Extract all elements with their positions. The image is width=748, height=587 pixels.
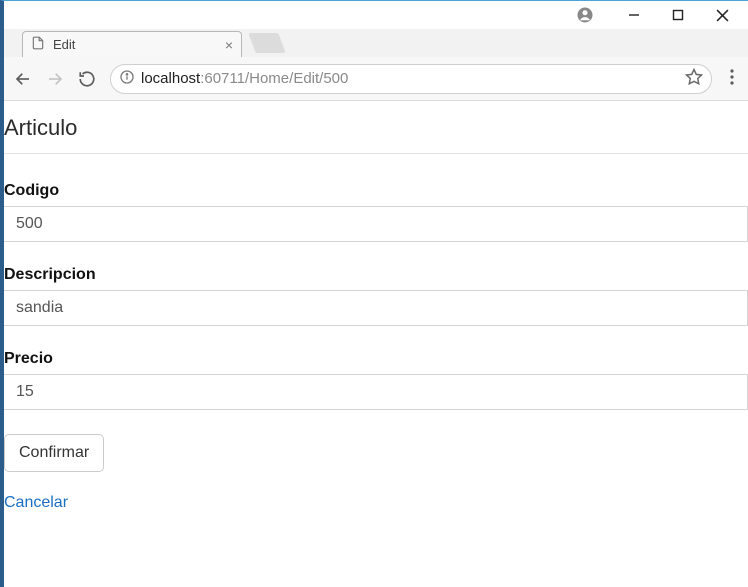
window-close-button[interactable] [700, 3, 744, 27]
codigo-label: Codigo [4, 182, 748, 200]
bookmark-icon[interactable] [685, 68, 703, 89]
confirm-button[interactable]: Confirmar [4, 434, 104, 472]
field-precio: Precio [4, 350, 748, 410]
page-title: Articulo [4, 109, 748, 153]
browser-tabstrip: Edit × [4, 29, 748, 57]
profile-icon[interactable] [566, 6, 604, 24]
tab-title: Edit [53, 37, 75, 52]
field-codigo: Codigo [4, 182, 748, 242]
window-titlebar [4, 1, 748, 29]
url-host: localhost [141, 70, 200, 87]
document-icon [31, 36, 45, 53]
codigo-input[interactable] [4, 206, 748, 242]
precio-input[interactable] [4, 374, 748, 410]
cancel-link[interactable]: Cancelar [4, 494, 68, 512]
browser-tab[interactable]: Edit × [22, 31, 242, 57]
precio-label: Precio [4, 350, 748, 368]
new-tab-button[interactable] [248, 33, 285, 53]
descripcion-input[interactable] [4, 290, 748, 326]
back-button[interactable] [14, 70, 32, 88]
window-maximize-button[interactable] [656, 3, 700, 27]
forward-button[interactable] [46, 70, 64, 88]
url-text: localhost:60711/Home/Edit/500 [141, 70, 348, 87]
descripcion-label: Descripcion [4, 266, 748, 284]
page-content: Articulo Codigo Descripcion Precio Confi… [4, 101, 748, 512]
browser-menu-button[interactable] [726, 69, 738, 88]
field-descripcion: Descripcion [4, 266, 748, 326]
tab-close-icon[interactable]: × [225, 38, 233, 52]
browser-toolbar: localhost:60711/Home/Edit/500 [4, 57, 748, 101]
site-info-icon[interactable] [119, 69, 135, 88]
divider [4, 153, 748, 154]
window-minimize-button[interactable] [612, 3, 656, 27]
address-bar[interactable]: localhost:60711/Home/Edit/500 [110, 64, 712, 94]
reload-button[interactable] [78, 70, 96, 88]
url-path: :60711/Home/Edit/500 [200, 70, 348, 87]
